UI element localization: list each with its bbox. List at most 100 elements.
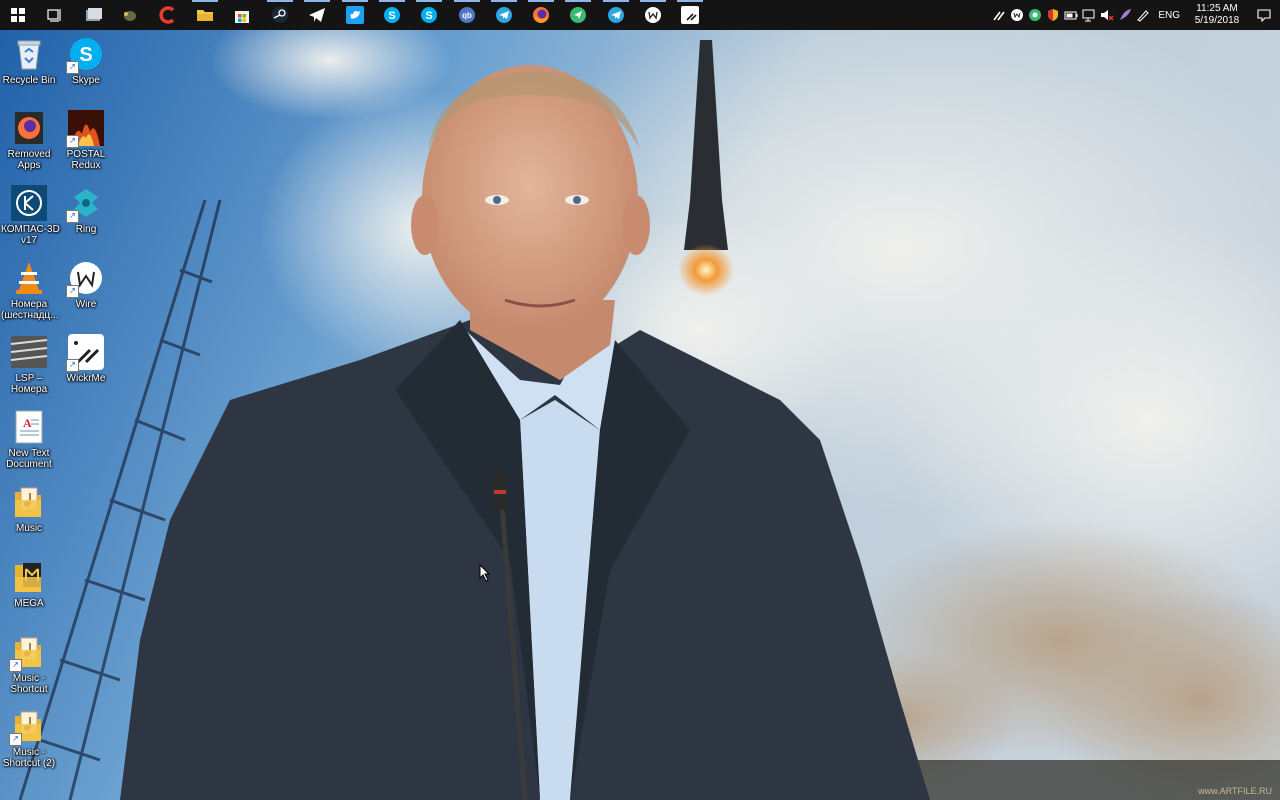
svg-text:A: A: [23, 416, 32, 430]
windows-logo-icon: [11, 8, 25, 22]
desktop-icon-wire[interactable]: ↗ Wire: [57, 260, 115, 310]
desktop-icon-ring[interactable]: ↗ Ring: [57, 185, 115, 235]
tray-messenger[interactable]: [1026, 0, 1044, 30]
desktop-icon-label: КОМПАС-3D v17: [1, 224, 60, 246]
taskbar-app-telegram[interactable]: [299, 0, 335, 30]
desktop-icon-postal-redux[interactable]: ↗ POSTAL Redux: [57, 110, 115, 171]
taskbar-app-ccleaner[interactable]: [150, 0, 186, 30]
lsp-icon: [11, 336, 47, 368]
tray-feather[interactable]: [1116, 0, 1134, 30]
desktop-icon-label: Skype: [72, 75, 100, 86]
shortcut-arrow-icon: ↗: [9, 659, 22, 672]
desktop-icon-label: Music - Shortcut (2): [2, 747, 56, 769]
taskbar-app-2[interactable]: [112, 0, 148, 30]
skype-icon: S: [421, 7, 437, 23]
desktop-icon-wickrme[interactable]: ↗ WickrMe: [57, 334, 115, 384]
network-icon: [1082, 9, 1095, 22]
desktop-icon-label: MEGA: [14, 598, 44, 609]
ccleaner-icon: [159, 6, 175, 24]
clock-date: 5/19/2018: [1194, 15, 1240, 26]
svg-text:qb: qb: [462, 11, 472, 20]
recycle-bin-icon: [17, 40, 41, 70]
start-button[interactable]: [0, 0, 36, 30]
taskbar-app-qbittorrent[interactable]: qb: [449, 0, 485, 30]
telegram-icon: [496, 7, 512, 23]
telegram-icon: [608, 7, 624, 23]
desktop-icon-label: POSTAL Redux: [66, 149, 106, 171]
twitter-icon: [346, 6, 364, 24]
shortcut-arrow-icon: ↗: [66, 61, 79, 74]
wickrme-icon: [993, 11, 1005, 21]
desktop-icon-label: Ring: [75, 224, 97, 235]
shortcut-arrow-icon: ↗: [66, 285, 79, 298]
taskbar-app-telegram-3[interactable]: [598, 0, 634, 30]
feather-icon: [1120, 9, 1132, 20]
taskbar-app-skype[interactable]: S: [374, 0, 410, 30]
desktop-icon-label: Music - Shortcut: [10, 673, 48, 695]
task-view-icon: [47, 9, 61, 22]
desktop-icon-kompas[interactable]: КОМПАС-3D v17: [0, 185, 60, 246]
svg-text:S: S: [79, 44, 92, 66]
shortcut-arrow-icon: ↗: [9, 733, 22, 746]
bug-app-icon: [124, 11, 136, 21]
desktop-icon-lsp-nomera[interactable]: LSP – Номера: [0, 334, 58, 395]
task-view-button[interactable]: [37, 0, 73, 30]
pen-icon: [1137, 10, 1150, 22]
taskbar-app-firefox[interactable]: [523, 0, 559, 30]
tray-volume-muted[interactable]: [1098, 0, 1116, 30]
action-center-button[interactable]: [1248, 0, 1280, 30]
text-document-icon: A: [15, 410, 43, 444]
wallpaper-watermark: www.ARTFILE.RU: [1198, 786, 1272, 796]
desktop-icon-new-text-document[interactable]: A New Text Document: [0, 409, 58, 470]
wickrme-icon: [681, 6, 699, 24]
mega-folder-icon: [15, 563, 41, 592]
taskbar-app-store[interactable]: [224, 0, 260, 30]
tray-battery[interactable]: [1062, 0, 1080, 30]
notification-icon: [1257, 9, 1271, 22]
shield-icon: [1048, 9, 1059, 21]
folder-icon: [197, 10, 213, 21]
desktop-icon-nomera[interactable]: Номера (шестнадц...: [0, 260, 58, 321]
taskbar-app-wickrme[interactable]: [672, 0, 708, 30]
tray-wickrme[interactable]: [990, 0, 1008, 30]
window-app-icon: [86, 8, 102, 21]
desktop-icon-label: WickrMe: [66, 373, 106, 384]
green-chat-icon: [1029, 9, 1042, 21]
language-indicator[interactable]: ENG: [1152, 10, 1186, 21]
clock[interactable]: 11:25 AM 5/19/2018: [1186, 3, 1248, 27]
steam-icon: [272, 7, 288, 23]
taskbar-app-skype-2[interactable]: S: [411, 0, 447, 30]
wire-icon: [1011, 9, 1024, 21]
tray-wire[interactable]: [1008, 0, 1026, 30]
desktop-icon-music-shortcut-2[interactable]: ↗ Music - Shortcut (2): [0, 708, 58, 769]
firefox-icon: [533, 7, 549, 23]
svg-text:S: S: [388, 10, 395, 22]
desktop-icon-label: Music: [15, 523, 43, 534]
desktop-icon-music-shortcut[interactable]: ↗ Music - Shortcut: [0, 634, 58, 695]
system-tray: ENG 11:25 AM 5/19/2018: [990, 0, 1280, 30]
tray-network[interactable]: [1080, 0, 1098, 30]
taskbar-app-twitter[interactable]: [337, 0, 373, 30]
desktop-icon-label: Recycle Bin: [2, 75, 56, 86]
taskbar-app-wire[interactable]: [635, 0, 671, 30]
desktop-icon-label: Номера (шестнадц...: [1, 299, 59, 321]
taskbar-app-explorer[interactable]: [187, 0, 223, 30]
wire-icon: [645, 7, 661, 23]
battery-icon: [1064, 11, 1078, 20]
desktop-icon-music[interactable]: Music: [0, 484, 58, 534]
desktop-icon-label: New Text Document: [6, 448, 52, 470]
taskbar-app-telegram-2[interactable]: [486, 0, 522, 30]
desktop-icon-skype[interactable]: S ↗ Skype: [57, 36, 115, 86]
tray-shield[interactable]: [1044, 0, 1062, 30]
tray-pen[interactable]: [1134, 0, 1152, 30]
desktop-icon-label: Removed Apps: [7, 149, 51, 171]
desktop-icon-mega[interactable]: MEGA: [0, 559, 58, 609]
taskbar-app-messenger[interactable]: [560, 0, 596, 30]
skype-icon: S: [384, 7, 400, 23]
store-icon: [235, 11, 249, 23]
kompas-icon: [11, 185, 47, 221]
taskbar-app-steam[interactable]: [262, 0, 298, 30]
desktop-icon-recycle-bin[interactable]: Recycle Bin: [0, 36, 58, 86]
desktop-icon-removed-apps[interactable]: Removed Apps: [0, 110, 58, 171]
taskbar-app-1[interactable]: [76, 0, 112, 30]
